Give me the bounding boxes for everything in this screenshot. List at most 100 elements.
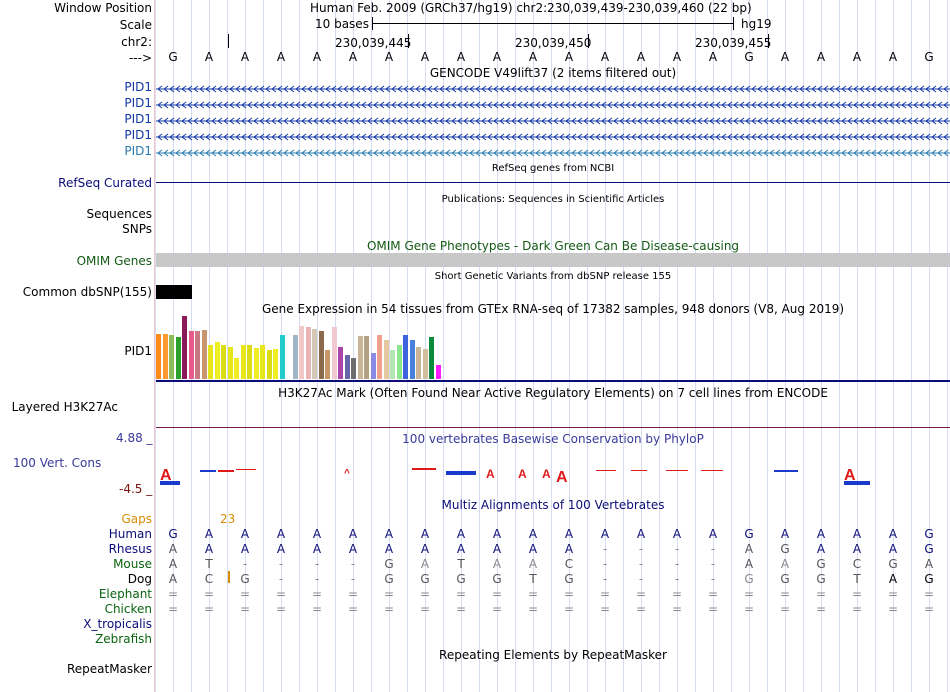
gtex-tissue-bar[interactable] bbox=[351, 358, 356, 379]
gtex-tissue-bar[interactable] bbox=[305, 327, 311, 379]
sequences-track-label[interactable]: Sequences bbox=[0, 207, 152, 221]
gencode-item-label[interactable]: PID1 bbox=[0, 144, 152, 158]
phylop-track-title[interactable]: 100 vertebrates Basewise Conservation by… bbox=[156, 432, 950, 446]
gtex-tissue-bar[interactable] bbox=[331, 327, 337, 379]
snps-track-label[interactable]: SNPs bbox=[0, 222, 152, 236]
species-label[interactable]: Mouse bbox=[0, 557, 152, 571]
gtex-tissue-bar[interactable] bbox=[416, 347, 421, 379]
alignment-base: T bbox=[205, 557, 213, 571]
omim-track-label[interactable]: OMIM Genes bbox=[0, 254, 152, 268]
omim-track-title[interactable]: OMIM Gene Phenotypes - Dark Green Can Be… bbox=[156, 239, 950, 253]
phylop-logo: A ^ A A A A A bbox=[160, 467, 870, 486]
repeatmasker-track-title[interactable]: Repeating Elements by RepeatMasker bbox=[156, 648, 950, 662]
gtex-tissue-bar[interactable] bbox=[344, 355, 350, 379]
gtex-tissue-bar[interactable] bbox=[266, 350, 272, 379]
gencode-transcript[interactable] bbox=[156, 130, 950, 144]
gtex-tissue-bar[interactable] bbox=[273, 349, 278, 379]
gencode-transcript[interactable] bbox=[156, 146, 950, 160]
gencode-transcript[interactable] bbox=[156, 114, 950, 128]
gtex-tissue-bar[interactable] bbox=[292, 335, 298, 379]
dbsnp-variant[interactable] bbox=[156, 285, 192, 299]
gtex-tissue-bar[interactable] bbox=[364, 336, 369, 379]
gtex-tissue-bar[interactable] bbox=[195, 331, 200, 379]
gtex-tissue-bar[interactable] bbox=[182, 316, 187, 379]
alignment-base: A bbox=[492, 527, 502, 541]
gtex-tissue-bar[interactable] bbox=[370, 353, 376, 379]
species-label[interactable]: Dog bbox=[0, 572, 152, 586]
gtex-track-title[interactable]: Gene Expression in 54 tissues from GTEx … bbox=[156, 302, 950, 316]
omim-gene-bar[interactable] bbox=[156, 253, 950, 267]
alignment-base: G bbox=[744, 572, 754, 586]
gtex-tissue-bar[interactable] bbox=[325, 350, 330, 379]
alignment-base: = bbox=[815, 602, 827, 616]
gtex-tissue-bar[interactable] bbox=[201, 330, 207, 379]
gencode-item-label[interactable]: PID1 bbox=[0, 112, 152, 126]
gtex-tissue-bar[interactable] bbox=[318, 331, 324, 379]
gtex-tissue-bar[interactable] bbox=[162, 334, 168, 379]
svg-text:^: ^ bbox=[344, 468, 350, 479]
dbsnp-track-label[interactable]: Common dbSNP(155) bbox=[0, 285, 152, 299]
gtex-tissue-bar[interactable] bbox=[429, 337, 434, 379]
gencode-track-title[interactable]: GENCODE V49lift37 (2 items filtered out) bbox=[156, 66, 950, 80]
gtex-tissue-bar[interactable] bbox=[357, 336, 363, 379]
gtex-tissue-bar[interactable] bbox=[227, 347, 233, 379]
gtex-tissue-bar[interactable] bbox=[383, 340, 389, 379]
gtex-tissue-bar[interactable] bbox=[377, 335, 382, 379]
gtex-tissue-bar[interactable] bbox=[409, 340, 415, 379]
gtex-tissue-bar[interactable] bbox=[338, 347, 343, 379]
species-label[interactable]: Zebrafish bbox=[0, 632, 152, 646]
gencode-transcript[interactable] bbox=[156, 98, 950, 112]
alignment-base: = bbox=[419, 587, 431, 601]
gtex-tissue-bar[interactable] bbox=[234, 358, 239, 379]
repeatmasker-track-label[interactable]: RepeatMasker bbox=[0, 662, 152, 676]
gencode-item-label[interactable]: PID1 bbox=[0, 96, 152, 110]
gtex-tissue-bar[interactable] bbox=[299, 326, 304, 379]
gtex-tissue-bar[interactable] bbox=[312, 329, 317, 379]
gtex-tissue-bar[interactable] bbox=[175, 337, 181, 379]
gtex-tissue-bar[interactable] bbox=[221, 345, 226, 379]
alignment-base: = bbox=[563, 602, 575, 616]
gtex-tissue-bar[interactable] bbox=[214, 342, 220, 379]
gtex-tissue-bar[interactable] bbox=[435, 365, 441, 379]
alignment-base: T bbox=[853, 572, 861, 586]
h3k27ac-track-label[interactable]: Layered H3K27Ac bbox=[0, 400, 118, 414]
refseq-track-title[interactable]: RefSeq genes from NCBI bbox=[156, 162, 950, 176]
gtex-expression-chart[interactable] bbox=[156, 316, 556, 379]
gtex-tissue-bar[interactable] bbox=[169, 335, 174, 379]
gtex-track-label[interactable]: PID1 bbox=[0, 344, 152, 358]
alignment-base: A bbox=[348, 542, 358, 556]
species-label[interactable]: Human bbox=[0, 527, 152, 541]
assembly-position-text: Human Feb. 2009 (GRCh37/hg19) chr2:230,0… bbox=[310, 1, 752, 15]
alignment-base: A bbox=[888, 542, 898, 556]
gtex-tissue-bar[interactable] bbox=[188, 331, 194, 379]
multiz-track-title[interactable]: Multiz Alignments of 100 Vertebrates bbox=[156, 498, 950, 512]
gencode-item-label[interactable]: PID1 bbox=[0, 128, 152, 142]
species-label[interactable]: Rhesus bbox=[0, 542, 152, 556]
publications-track-title[interactable]: Publications: Sequences in Scientific Ar… bbox=[156, 193, 950, 207]
gencode-transcript[interactable] bbox=[156, 82, 950, 96]
alignment-base: - bbox=[350, 572, 356, 586]
phylop-track-label[interactable]: 100 Vert. Cons bbox=[13, 456, 101, 470]
alignment-base: = bbox=[203, 602, 215, 616]
gtex-tissue-bar[interactable] bbox=[403, 335, 408, 379]
gtex-tissue-bar[interactable] bbox=[253, 348, 259, 379]
gtex-tissue-bar[interactable] bbox=[396, 345, 402, 379]
gtex-tissue-bar[interactable] bbox=[156, 334, 161, 379]
gtex-tissue-bar[interactable] bbox=[240, 345, 246, 379]
gencode-item-label[interactable]: PID1 bbox=[0, 80, 152, 94]
gtex-tissue-bar[interactable] bbox=[390, 350, 395, 379]
gtex-tissue-bar[interactable] bbox=[422, 349, 428, 379]
alignment-base: = bbox=[311, 602, 323, 616]
refseq-gene-line[interactable] bbox=[156, 182, 950, 183]
species-label[interactable]: Elephant bbox=[0, 587, 152, 601]
refseq-track-label[interactable]: RefSeq Curated bbox=[0, 176, 152, 190]
gtex-tissue-bar[interactable] bbox=[247, 345, 252, 379]
gtex-tissue-bar[interactable] bbox=[279, 335, 285, 379]
gtex-tissue-bar[interactable] bbox=[260, 345, 265, 379]
alignment-base: = bbox=[347, 602, 359, 616]
species-label[interactable]: X_tropicalis bbox=[0, 617, 152, 631]
gtex-tissue-bar[interactable] bbox=[208, 345, 213, 379]
species-label[interactable]: Chicken bbox=[0, 602, 152, 616]
dbsnp-track-title[interactable]: Short Genetic Variants from dbSNP releas… bbox=[156, 270, 950, 284]
h3k27ac-track-title[interactable]: H3K27Ac Mark (Often Found Near Active Re… bbox=[156, 386, 950, 400]
